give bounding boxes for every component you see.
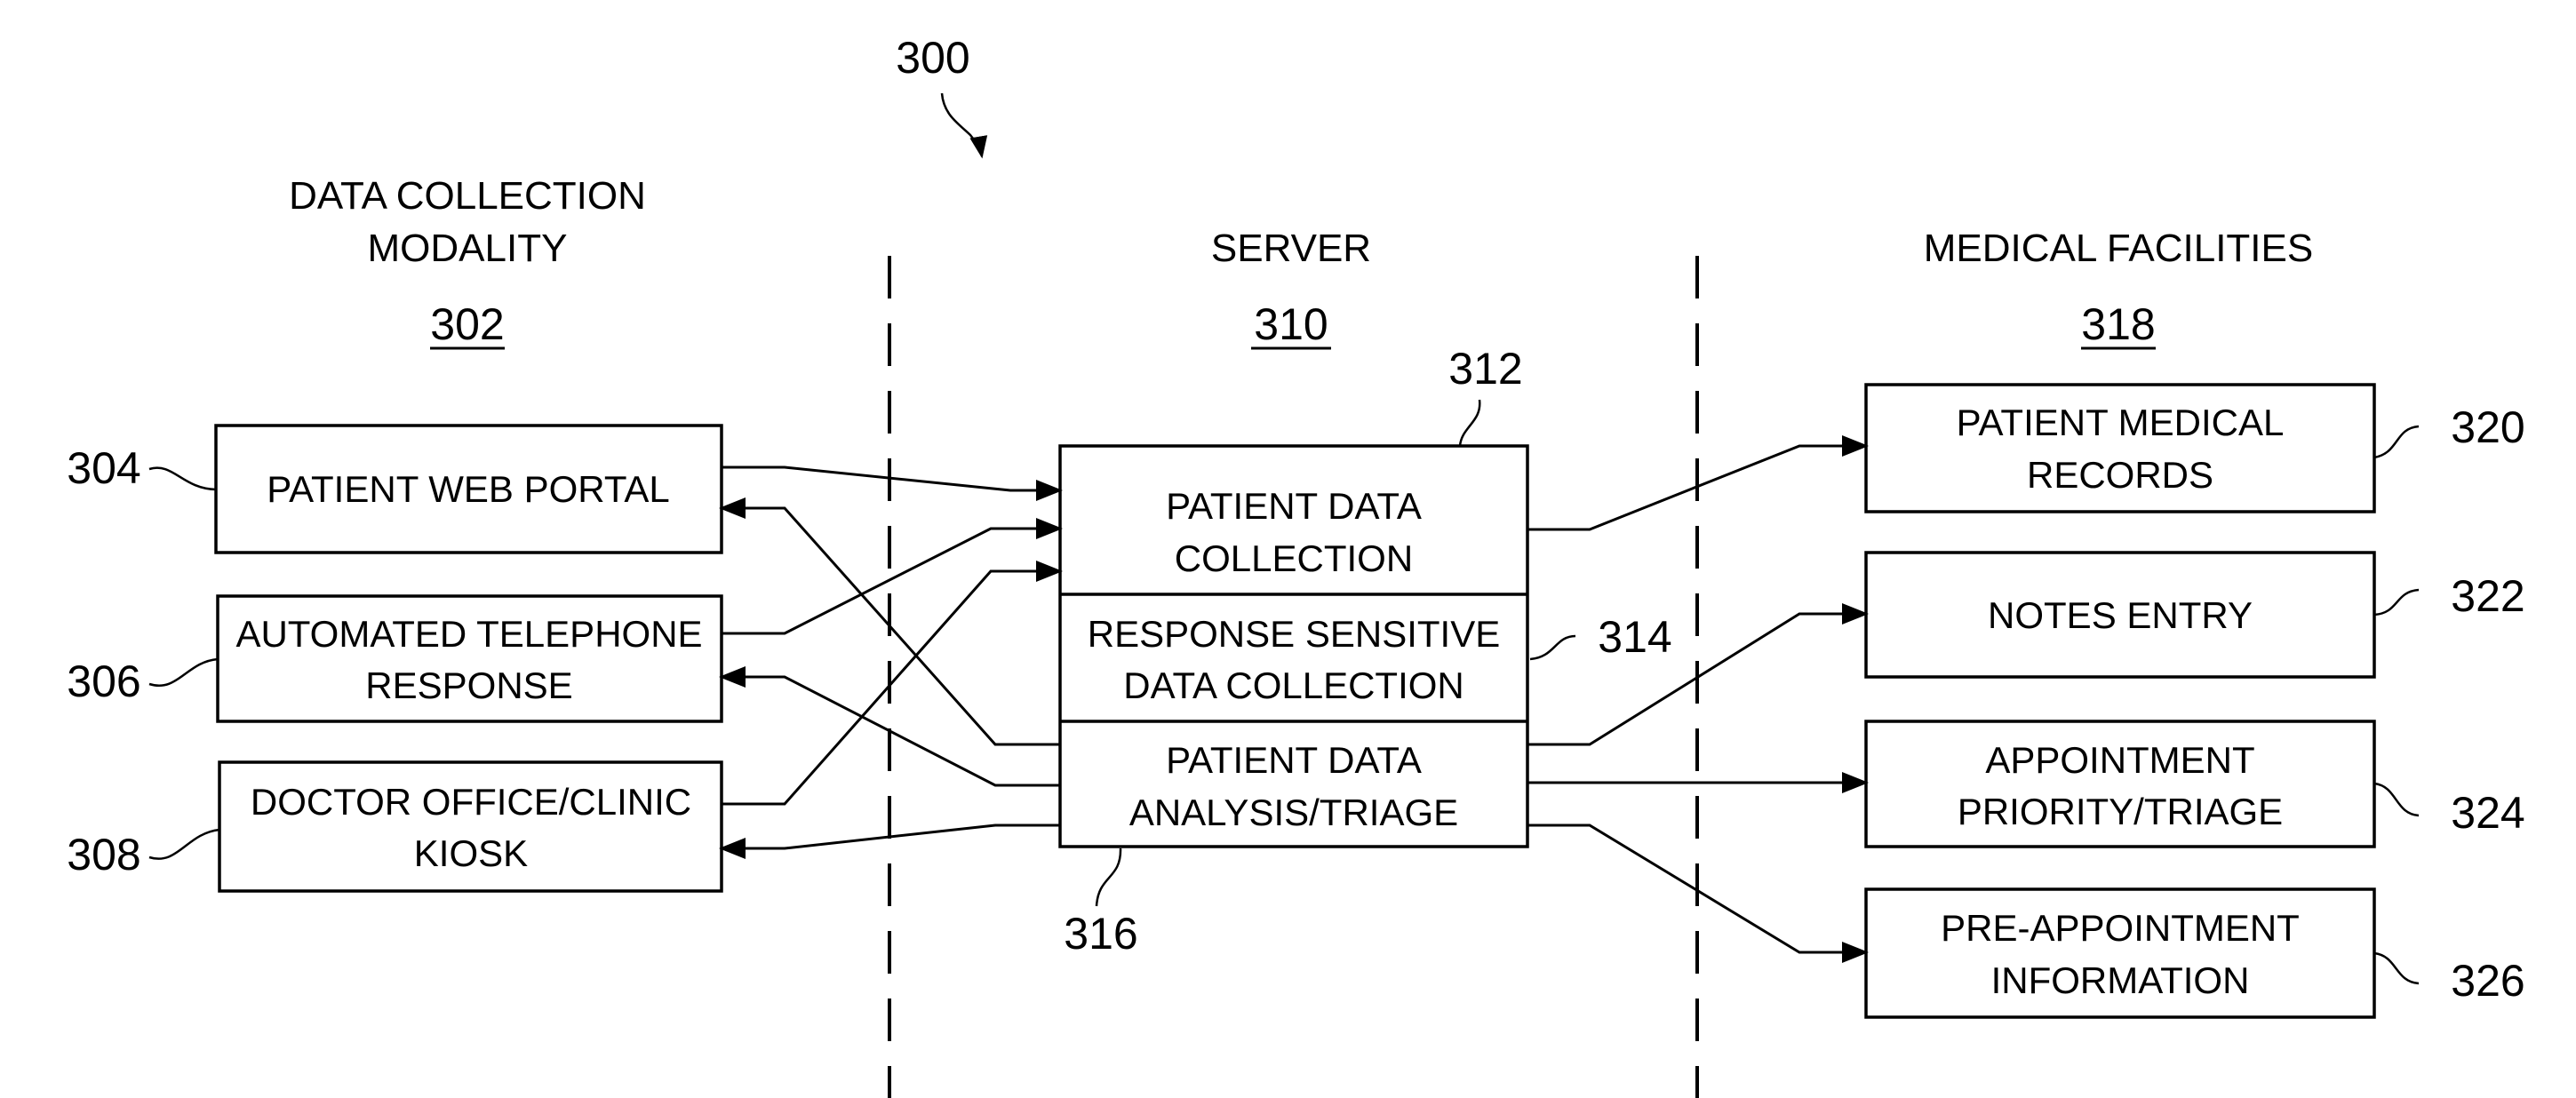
box-label-line: RECORDS: [2027, 454, 2213, 496]
box-appointment-priority-triage: APPOINTMENT PRIORITY/TRIAGE: [1864, 720, 2376, 848]
ref-leader-316: [1095, 847, 1122, 907]
column-title-line: MODALITY: [368, 227, 568, 270]
column-title-line: MEDICAL FACILITIES: [1924, 227, 2313, 270]
ref-leader-322: [2373, 588, 2420, 617]
box-label-line: APPOINTMENT: [1985, 739, 2254, 781]
ref-label-320: 320: [2451, 402, 2524, 452]
ref-leader-326: [2373, 951, 2420, 985]
column-header-medical-facilities: MEDICAL FACILITIES 318: [1924, 227, 2313, 350]
ref-leader-324: [2373, 782, 2420, 817]
system-diagram: 300 DATA COLLECTION MODALITY 302 SERVER …: [67, 33, 2525, 1098]
section-label-line: PATIENT DATA: [1166, 485, 1422, 527]
server-box: PATIENT DATA COLLECTION RESPONSE SENSITI…: [1058, 444, 1529, 848]
ref-label-314: 314: [1598, 612, 1671, 662]
column-title-line: SERVER: [1211, 227, 1371, 270]
section-label-line: PATIENT DATA: [1166, 739, 1422, 781]
section-label-line: RESPONSE SENSITIVE: [1088, 613, 1500, 655]
column-header-server: SERVER 310: [1211, 227, 1371, 350]
ref-leader-308: [148, 828, 220, 860]
ref-label-326: 326: [2451, 956, 2524, 1006]
box-label-line: AUTOMATED TELEPHONE: [235, 613, 702, 655]
box-label-line: PRE-APPOINTMENT: [1941, 907, 2300, 949]
box-patient-web-portal: PATIENT WEB PORTAL: [214, 424, 723, 554]
ref-label-316: 316: [1064, 909, 1137, 959]
column-ref: 302: [430, 299, 504, 349]
column-ref: 310: [1254, 299, 1328, 349]
figure-ref-label: 300: [896, 33, 969, 83]
ref-label-324: 324: [2451, 788, 2524, 838]
ref-label-308: 308: [67, 830, 140, 879]
ref-label-322: 322: [2451, 571, 2524, 621]
column-title-line: DATA COLLECTION: [289, 174, 646, 218]
box-label-line: RESPONSE: [365, 664, 572, 706]
box-notes-entry: NOTES ENTRY: [1864, 551, 2376, 679]
box-label-line: PATIENT WEB PORTAL: [267, 468, 670, 510]
ref-leader-312: [1458, 399, 1481, 447]
figure-ref-arrow: [940, 92, 988, 159]
box-patient-medical-records: PATIENT MEDICAL RECORDS: [1864, 383, 2376, 513]
ref-label-306: 306: [67, 656, 140, 706]
box-label-line: PATIENT MEDICAL: [1957, 402, 2285, 443]
box-label-line: PRIORITY/TRIAGE: [1958, 791, 2283, 832]
box-label-line: KIOSK: [414, 832, 528, 874]
ref-leader-314: [1529, 634, 1576, 661]
box-pre-appointment-information: PRE-APPOINTMENT INFORMATION: [1864, 887, 2376, 1019]
section-label-line: COLLECTION: [1175, 537, 1413, 579]
box-label-line: NOTES ENTRY: [1988, 594, 2253, 636]
section-label-line: ANALYSIS/TRIAGE: [1129, 792, 1458, 833]
section-label-line: DATA COLLECTION: [1123, 664, 1464, 706]
column-header-data-collection: DATA COLLECTION MODALITY 302: [289, 174, 646, 350]
box-automated-telephone-response: AUTOMATED TELEPHONE RESPONSE: [216, 594, 723, 723]
ref-label-312: 312: [1448, 344, 1522, 394]
ref-label-304: 304: [67, 443, 140, 493]
box-doctor-office-clinic-kiosk: DOCTOR OFFICE/CLINIC KIOSK: [218, 760, 723, 893]
box-label-line: INFORMATION: [1991, 959, 2250, 1001]
column-ref: 318: [2081, 299, 2155, 349]
ref-leader-306: [148, 657, 219, 687]
ref-leader-320: [2373, 425, 2420, 459]
ref-leader-304: [148, 466, 217, 491]
box-label-line: DOCTOR OFFICE/CLINIC: [251, 781, 691, 823]
